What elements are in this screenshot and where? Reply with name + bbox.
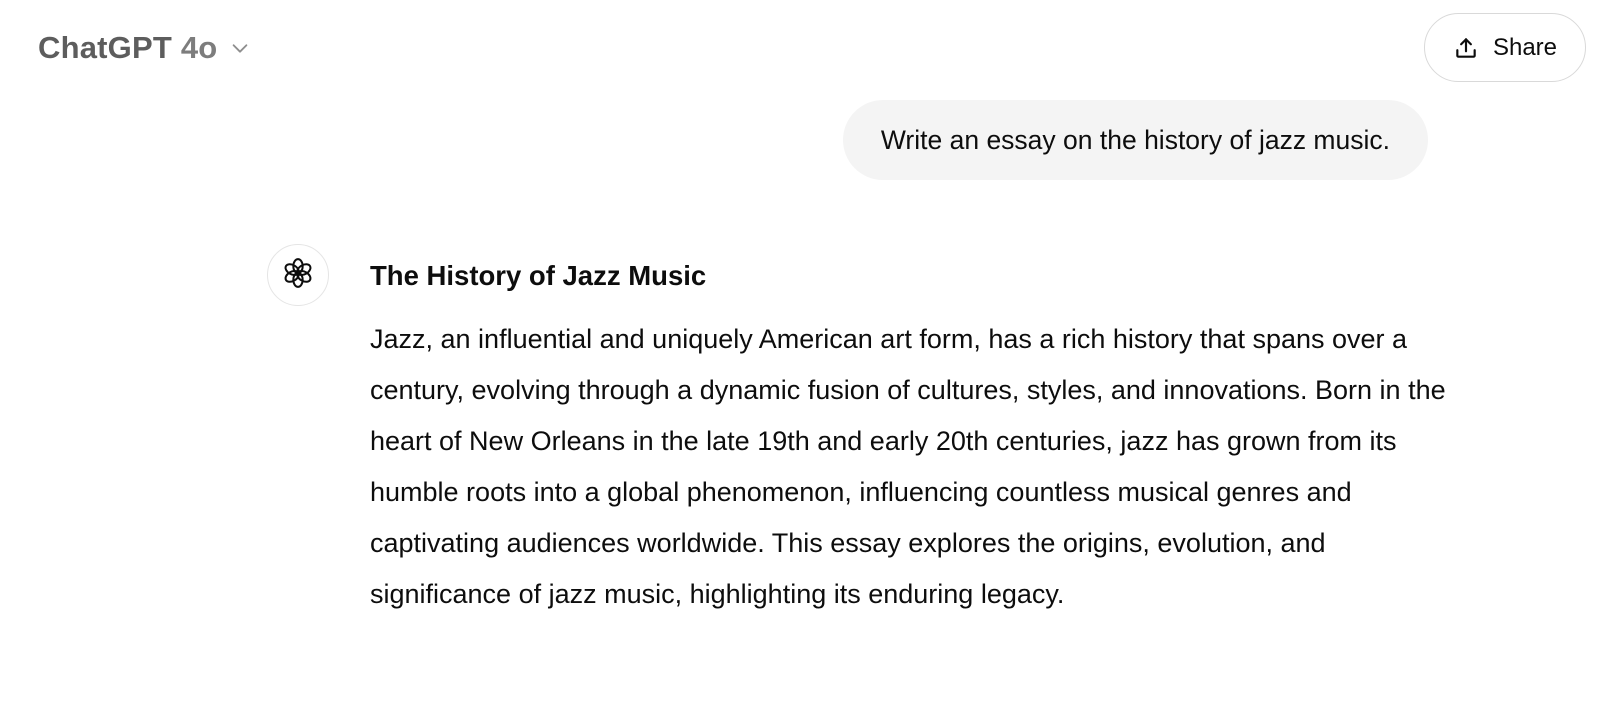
- assistant-avatar: [267, 244, 329, 306]
- user-message-row: Write an essay on the history of jazz mu…: [0, 100, 1600, 180]
- user-message-bubble: Write an essay on the history of jazz mu…: [842, 100, 1428, 180]
- openai-logo-icon: [281, 256, 315, 295]
- share-button[interactable]: Share: [1424, 13, 1586, 82]
- share-label: Share: [1492, 33, 1558, 61]
- assistant-message: The History of Jazz Music Jazz, an influ…: [370, 254, 1450, 620]
- chat-app: ChatGPT 4o Share Write an essay on the h…: [0, 0, 1600, 713]
- share-upload-icon: [1453, 35, 1479, 61]
- answer-paragraph: Jazz, an influential and uniquely Americ…: [370, 324, 1446, 609]
- answer-title: The History of Jazz Music: [370, 260, 707, 291]
- chevron-down-icon: [229, 37, 251, 59]
- model-selector[interactable]: ChatGPT 4o: [26, 18, 263, 78]
- model-name-text: ChatGPT: [38, 30, 173, 65]
- model-version: 4o: [180, 30, 218, 65]
- model-name: ChatGPT 4o: [38, 30, 217, 66]
